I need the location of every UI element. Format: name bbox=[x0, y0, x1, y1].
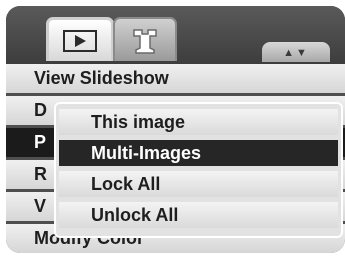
submenu-option-multi-images[interactable]: Multi-Images bbox=[59, 140, 338, 166]
tab-bar: ▲▼ bbox=[6, 6, 345, 64]
submenu-option-label: Unlock All bbox=[91, 205, 179, 225]
menu-item-label: R bbox=[34, 164, 47, 184]
scroll-indicator: ▲▼ bbox=[262, 42, 330, 62]
submenu-option-label: Multi-Images bbox=[91, 143, 202, 163]
menu-item-view-slideshow[interactable]: View Slideshow bbox=[6, 64, 345, 93]
submenu-option-lock-all[interactable]: Lock All bbox=[59, 171, 338, 197]
protect-submenu: This image Multi-Images Lock All Unlock … bbox=[54, 102, 343, 238]
wrench-icon bbox=[133, 29, 157, 54]
tab-setup[interactable] bbox=[113, 17, 177, 61]
menu-item-label: View Slideshow bbox=[34, 68, 169, 88]
menu-item-label: V bbox=[34, 196, 47, 216]
menu-item-label: D bbox=[34, 100, 47, 120]
camera-screen: ▲▼ View Slideshow D P R V Modify Color T… bbox=[6, 6, 345, 253]
submenu-option-unlock-all[interactable]: Unlock All bbox=[59, 202, 338, 228]
play-icon bbox=[63, 29, 97, 52]
submenu-option-this-image[interactable]: This image bbox=[59, 109, 338, 135]
tab-playback[interactable] bbox=[46, 17, 114, 61]
menu-item-label: P bbox=[34, 132, 47, 152]
submenu-option-label: Lock All bbox=[91, 174, 161, 194]
submenu-option-label: This image bbox=[91, 112, 186, 132]
